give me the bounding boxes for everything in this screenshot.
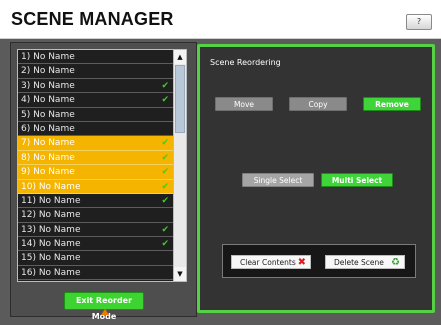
delete-scene-button[interactable]: Delete Scene ♻ (325, 255, 405, 269)
red-x-icon: ✖ (297, 257, 306, 268)
checkmark-icon: ✔ (161, 95, 169, 106)
scene-item-label: 13) No Name (21, 224, 81, 235)
scene-list[interactable]: 1) No Name 2) No Name 3) No Name ✔ 4) No Nam… (17, 49, 175, 282)
scene-list-item[interactable]: 5) No Name (18, 108, 174, 122)
scene-list-item[interactable]: 12) No Name (18, 208, 174, 223)
checkmark-icon: ✔ (161, 167, 169, 178)
scene-item-label: 16) No Name (21, 267, 81, 278)
scene-list-item[interactable]: 14) No Name ✔ (18, 237, 174, 252)
clear-contents-label: Clear Contents (240, 258, 296, 267)
scene-list-item[interactable]: 16) No Name (18, 266, 174, 281)
scene-list-item[interactable]: 15) No Name (18, 251, 174, 266)
scene-item-label: 4) No Name (21, 95, 75, 106)
checkmark-icon: ✔ (161, 239, 169, 250)
scene-list-item[interactable]: 9) No Name ✔ (18, 165, 174, 180)
copy-button[interactable]: Copy (289, 97, 347, 111)
delete-scene-label: Delete Scene (334, 258, 384, 267)
scene-list-item[interactable]: 11) No Name ✔ (18, 194, 174, 209)
move-button[interactable]: Move (215, 97, 273, 111)
scene-item-label: 10) No Name (21, 181, 81, 192)
scene-list-item[interactable]: 13) No Name ✔ (18, 223, 174, 238)
scene-item-label: 2) No Name (21, 66, 75, 77)
scene-list-scrollbar[interactable]: ▲ ▼ (173, 49, 187, 282)
help-button[interactable]: ? (406, 14, 432, 30)
scene-item-label: 6) No Name (21, 123, 75, 134)
scene-item-label: 12) No Name (21, 210, 81, 221)
checkmark-icon: ✔ (161, 80, 169, 91)
scroll-down-icon[interactable]: ▼ (174, 267, 186, 281)
arrow-indicator-icon (101, 309, 109, 315)
checkmark-icon: ✔ (161, 138, 169, 149)
scene-item-label: 9) No Name (21, 167, 75, 178)
section-label: Scene Reordering (210, 58, 281, 67)
scene-item-label: 1) No Name (21, 52, 75, 62)
scene-list-item[interactable]: 8) No Name ✔ (18, 150, 174, 166)
scene-list-item[interactable]: 1) No Name (18, 50, 174, 65)
trash-icon: ♻ (391, 257, 400, 268)
scene-list-item[interactable]: 10) No Name ✔ (18, 179, 174, 194)
checkmark-icon: ✔ (161, 181, 169, 192)
scene-item-label: 5) No Name (21, 109, 75, 120)
scene-item-label: 8) No Name (21, 152, 75, 163)
scene-item-label: 14) No Name (21, 239, 81, 250)
checkmark-icon: ✔ (161, 195, 169, 206)
scene-list-item[interactable]: 3) No Name ✔ (18, 79, 174, 94)
exit-reorder-mode-button[interactable]: Exit Reorder Mode (64, 292, 144, 321)
multi-select-button[interactable]: Multi Select (321, 173, 393, 187)
scene-list-item[interactable]: 2) No Name (18, 64, 174, 79)
scrollbar-thumb[interactable] (175, 65, 185, 133)
scene-item-label: 7) No Name (21, 138, 75, 149)
clear-contents-button[interactable]: Clear Contents ✖ (231, 255, 311, 269)
checkmark-icon: ✔ (161, 152, 169, 163)
scene-item-label: 11) No Name (21, 195, 81, 206)
scene-list-item[interactable]: 6) No Name (18, 122, 174, 137)
scroll-up-icon[interactable]: ▲ (174, 50, 186, 64)
scene-list-item[interactable]: 7) No Name ✔ (18, 136, 174, 151)
scene-list-item[interactable]: 4) No Name ✔ (18, 93, 174, 108)
scene-item-label: 15) No Name (21, 253, 81, 264)
title-bar: SCENE MANAGER ? (0, 0, 441, 39)
scene-item-label: 3) No Name (21, 80, 75, 91)
page-title: SCENE MANAGER (11, 9, 174, 29)
single-select-button[interactable]: Single Select (242, 173, 314, 187)
checkmark-icon: ✔ (161, 224, 169, 235)
remove-button[interactable]: Remove (363, 97, 421, 111)
